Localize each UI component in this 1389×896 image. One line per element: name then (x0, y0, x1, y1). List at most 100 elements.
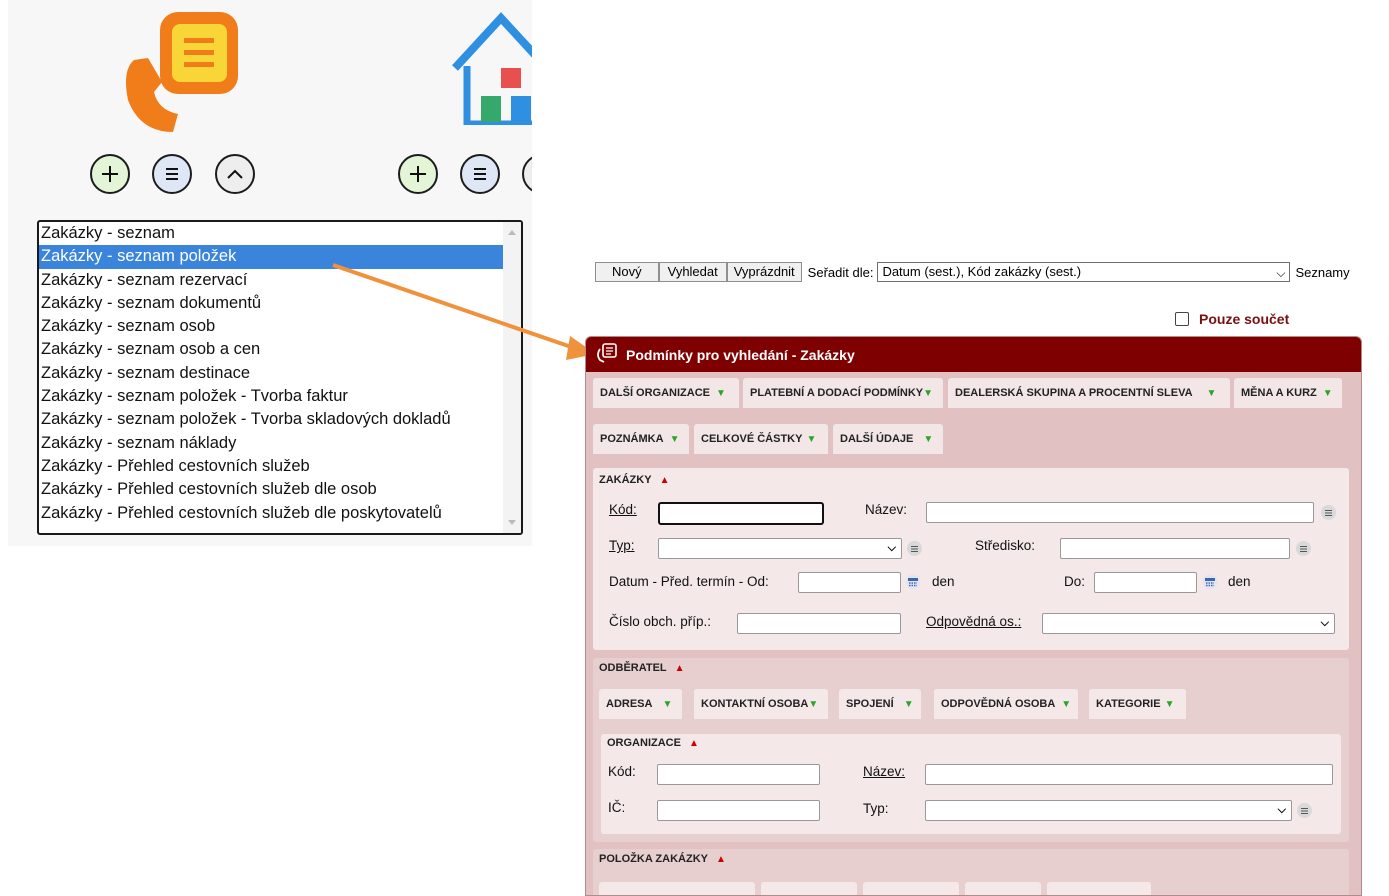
triangle-up-icon: ▲ (659, 475, 670, 486)
tab-label: DALŠÍ ORGANIZACE (600, 387, 710, 399)
typ-label: Typ: (609, 538, 635, 553)
clear-button[interactable]: Vyprázdnit (726, 262, 802, 282)
list-icon[interactable] (907, 541, 922, 556)
nazev-input[interactable] (926, 502, 1314, 523)
triangle-down-icon: ▼ (662, 699, 673, 710)
stredisko-input[interactable] (1060, 538, 1290, 559)
tab-label: DALŠÍ ÚDAJE (840, 433, 914, 445)
tab-label: CELKOVÉ ČÁSTKY (701, 433, 803, 445)
tab-dalsi-organizace[interactable]: DALŠÍ ORGANIZACE ▼ (593, 378, 739, 408)
tab-odpovedna-osoba[interactable]: ODPOVĚDNÁ OSOBA ▼ (934, 689, 1078, 719)
triangle-down-icon: ▼ (808, 699, 819, 710)
only-sum-box[interactable] (1175, 312, 1189, 326)
chevron-down-icon: ⌵ (1320, 617, 1329, 629)
odberatel-title[interactable]: ODBĚRATEL ▲ (599, 662, 685, 674)
cislo-obch-input[interactable] (737, 613, 901, 634)
tab-label: ODPOVĚDNÁ OSOBA (941, 698, 1056, 710)
typ-select[interactable]: ⌵ (658, 538, 902, 559)
triangle-down-icon: ▼ (716, 388, 726, 399)
datum-do-input[interactable] (1094, 572, 1197, 593)
tab-label: MĚNA A KURZ (1241, 387, 1317, 399)
den-label-2: den (1228, 574, 1251, 589)
tab-label: KATEGORIE (1096, 698, 1161, 710)
cislo-obch-label: Číslo obch. příp.: (609, 614, 712, 629)
datum-od-input[interactable] (798, 572, 901, 593)
search-button[interactable]: Vyhledat (658, 262, 727, 282)
only-sum-label: Pouze součet (1199, 311, 1290, 327)
organizace-title[interactable]: ORGANIZACE ▲ (607, 737, 699, 749)
organizace-section: ORGANIZACE ▲ Kód: Název: IČ: Typ: ⌵ (601, 734, 1341, 834)
triangle-down-icon: ▼ (1206, 388, 1217, 399)
chevron-down-icon: ⌵ (1276, 266, 1286, 280)
tab-spojeni[interactable]: SPOJENÍ ▼ (839, 689, 921, 719)
tab-label: DEALERSKÁ SKUPINA A PROCENTNÍ SLEVA (955, 387, 1193, 399)
org-nazev-label: Název: (863, 764, 906, 779)
triangle-down-icon: ▼ (806, 434, 817, 445)
tab-dalsi-udaje[interactable]: DALŠÍ ÚDAJE ▼ (833, 424, 943, 454)
tab-kontaktni-osoba[interactable]: KONTAKTNÍ OSOBA▼ (694, 689, 828, 719)
chevron-down-icon: ⌵ (1277, 804, 1286, 816)
do-label: Do: (1064, 574, 1086, 589)
triangle-down-icon: ▼ (923, 434, 934, 445)
org-typ-label: Typ: (863, 801, 889, 816)
odberatel-section: ODBĚRATEL ▲ ADRESA ▼ KONTAKTNÍ OSOBA▼ SPOJ… (593, 658, 1349, 842)
triangle-up-icon: ▲ (688, 738, 699, 749)
org-ic-input[interactable] (657, 800, 820, 821)
search-conditions-panel: Podmínky pro vyhledání - Zakázky DALŠÍ O… (585, 336, 1362, 896)
tab-poznamka[interactable]: POZNÁMKA ▼ (593, 424, 689, 454)
den-label-1: den (932, 574, 955, 589)
triangle-down-icon: ▼ (1164, 699, 1175, 710)
calendar-icon[interactable] (1202, 574, 1218, 590)
triangle-up-icon: ▲ (715, 854, 726, 865)
tab-label: PLATEBNÍ A DODACÍ PODMÍNKY (750, 387, 924, 399)
phone-chat-small-icon (597, 343, 617, 363)
org-nazev-input[interactable] (925, 764, 1333, 785)
sort-label: Seřadit dle: (807, 264, 874, 280)
sort-select[interactable]: Datum (sest.), Kód zakázky (sest.) ⌵ (877, 262, 1291, 282)
triangle-down-icon: ▼ (1061, 699, 1072, 710)
org-kod-input[interactable] (657, 764, 820, 785)
section-title-text: ODBĚRATEL (599, 662, 667, 674)
kod-label: Kód: (609, 502, 637, 517)
section-title-text: ORGANIZACE (607, 737, 681, 749)
only-sum-checkbox[interactable]: Pouze součet (1175, 311, 1289, 327)
calendar-icon[interactable] (905, 574, 921, 590)
datum-label: Datum - Před. termín - Od: (609, 574, 769, 589)
list-icon[interactable] (1297, 803, 1312, 818)
kod-input[interactable] (658, 502, 824, 525)
tab-kategorie[interactable]: KATEGORIE ▼ (1089, 689, 1186, 719)
tab-adresa[interactable]: ADRESA ▼ (599, 689, 682, 719)
org-kod-label: Kód: (608, 764, 636, 779)
polozka-title[interactable]: POLOŽKA ZAKÁZKY ▲ (599, 853, 726, 865)
tab-polozka-2[interactable] (761, 882, 857, 895)
tab-polozka-4[interactable] (965, 882, 1041, 895)
odpovedna-select[interactable]: ⌵ (1042, 613, 1335, 634)
zakazky-section: ZAKÁZKY ▲ Kód: Název: Typ: ⌵ Středisko: D… (593, 468, 1349, 650)
list-icon[interactable] (1321, 505, 1336, 520)
triangle-down-icon: ▼ (669, 434, 680, 445)
tab-dealerska-skupina[interactable]: DEALERSKÁ SKUPINA A PROCENTNÍ SLEVA ▼ (948, 378, 1230, 408)
section-title-text: ZAKÁZKY (599, 474, 652, 486)
tab-mena-kurz[interactable]: MĚNA A KURZ ▼ (1234, 378, 1342, 408)
stredisko-label: Středisko: (975, 538, 1036, 553)
org-typ-select[interactable]: ⌵ (925, 800, 1292, 821)
list-icon[interactable] (1296, 541, 1311, 556)
new-button[interactable]: Nový (595, 262, 659, 282)
tab-polozka-3[interactable] (863, 882, 959, 895)
polozka-section: POLOŽKA ZAKÁZKY ▲ (593, 849, 1349, 895)
tab-polozka-5[interactable] (1047, 882, 1151, 895)
section-title-text: POLOŽKA ZAKÁZKY (599, 853, 708, 865)
lists-menu[interactable]: Seznamy (1295, 265, 1349, 280)
tab-polozka-1[interactable] (599, 882, 755, 895)
nazev-label: Název: (865, 502, 908, 517)
zakazky-title[interactable]: ZAKÁZKY ▲ (599, 474, 669, 486)
triangle-down-icon: ▼ (923, 388, 934, 399)
tab-celkove-castky[interactable]: CELKOVÉ ČÁSTKY ▼ (694, 424, 828, 454)
triangle-down-icon: ▼ (903, 699, 914, 710)
tab-label: ADRESA (606, 698, 653, 710)
triangle-up-icon: ▲ (674, 663, 685, 674)
tab-platebni-podminky[interactable]: PLATEBNÍ A DODACÍ PODMÍNKY▼ (743, 378, 943, 408)
org-ic-label: IČ: (608, 800, 626, 815)
chevron-down-icon: ⌵ (887, 542, 896, 554)
sort-value: Datum (sest.), Kód zakázky (sest.) (882, 264, 1082, 279)
